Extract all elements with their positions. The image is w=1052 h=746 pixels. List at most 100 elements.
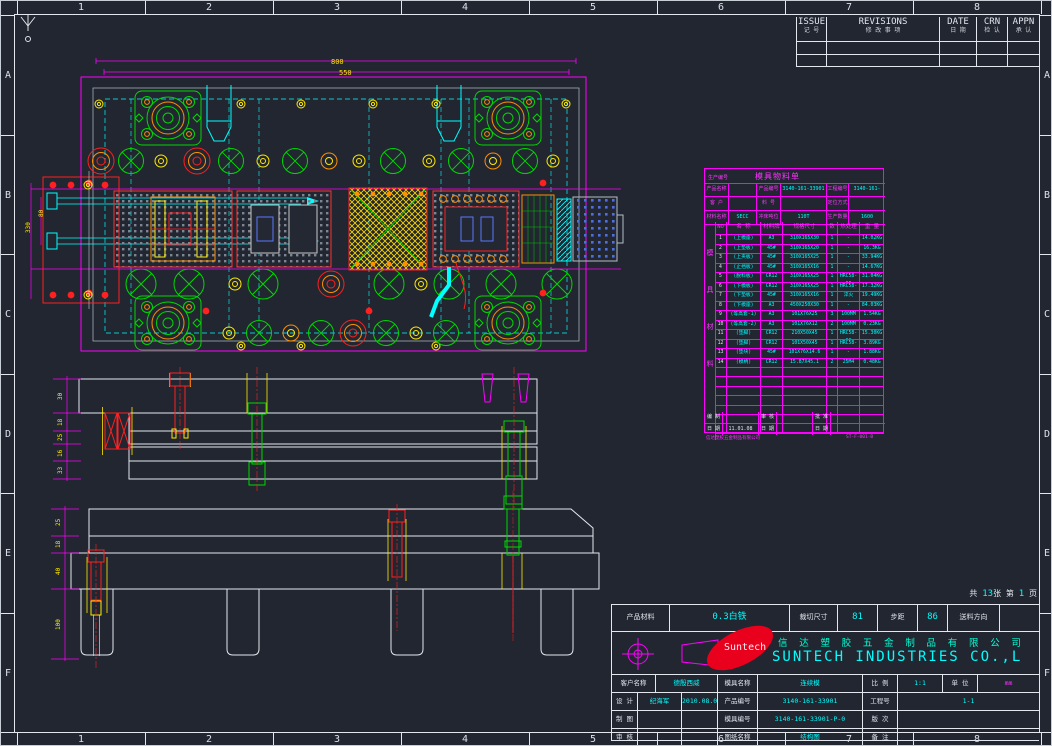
bom-info-label: 客 户 xyxy=(705,197,729,210)
dim-sec1-1: 18 xyxy=(57,418,64,426)
bom-cell: 1 xyxy=(827,283,838,292)
ruler-column-number: 5 xyxy=(529,2,657,13)
table-row: 4(止挡板)45#310X165X161-14.67KG xyxy=(715,264,884,274)
cut-size-value: 81 xyxy=(838,605,878,631)
ruler-column-number: 3 xyxy=(273,734,401,745)
process-no-label: 工程号 xyxy=(863,693,898,710)
bom-cell: 45# xyxy=(761,349,783,358)
ruler-row-letter: A xyxy=(1044,70,1050,81)
dim-sec2-1: 18 xyxy=(55,540,62,548)
bom-cell: 1 xyxy=(827,302,838,311)
bom-cell: 1 xyxy=(827,330,838,339)
table-row: 8(下模座)A3450X250X301-84.03KG xyxy=(715,302,884,312)
ruler-row-letter: B xyxy=(1044,190,1050,201)
title-block-row: 客户名称 德殷西威 模具名称 连续模 比 例 1:1 单 位 mm xyxy=(612,675,1039,693)
mold-no-value: 3140-161-33901-P-0 xyxy=(758,711,863,728)
ruler-tick xyxy=(1040,254,1052,255)
bom-cell: 2 xyxy=(827,321,838,330)
bom-cell: (上夹板) xyxy=(727,254,761,263)
bom-cell: 12 xyxy=(715,340,727,349)
ruler-column-number: 8 xyxy=(913,734,1041,745)
ruler-column-number: 3 xyxy=(273,2,401,13)
bom-cell: 1 xyxy=(827,264,838,273)
bom-cell: 310X165X25 xyxy=(783,273,827,282)
bom-cell: 1.88KG xyxy=(860,349,884,358)
revision-label: 版 次 xyxy=(863,711,898,728)
bom-column-headers: NO名 称材料牌号 规格尺寸数量热处理 重 量 xyxy=(715,222,884,235)
bom-info-value: 3140-161-33901-P-0 xyxy=(849,183,885,196)
dim-sec2-2: 40 xyxy=(55,567,62,575)
bom-form-company: 信达塑胶五金制品有限公司 xyxy=(706,435,760,441)
bom-cell: (垫块) xyxy=(727,349,761,358)
material-value: 0.3白铁 xyxy=(670,605,790,631)
bom-cell: (下模座) xyxy=(727,302,761,311)
rev-col-revisions: REVISIONS修 改 事 项 xyxy=(827,17,940,41)
ruler-tick xyxy=(1,374,14,375)
bom-cell: 15.87X45.1 xyxy=(783,359,827,368)
ruler-row-letter: F xyxy=(5,668,11,679)
bom-cell: 2 xyxy=(827,359,838,368)
title-block-row: 设 计 纪海军 2010.08.06 产品编号 3140-161-33901 工… xyxy=(612,693,1039,711)
ruler-row-letter: B xyxy=(5,190,11,201)
bom-cell: 100MM xyxy=(838,321,860,330)
bom-cell: CR12 xyxy=(761,359,783,368)
bom-cell: (模柄) xyxy=(727,359,761,368)
bom-cell: 14.67KG xyxy=(860,264,884,273)
section-view-lower: 25 18 40 100 xyxy=(51,491,599,669)
bom-title-row: 生产编号 模具物料单 xyxy=(705,169,885,184)
title-block-row: 制 图 模具编号 3140-161-33901-P-0 版 次 xyxy=(612,711,1039,729)
pitch-label: 步距 xyxy=(878,605,918,631)
bom-cell: 45# xyxy=(761,254,783,263)
bom-cell: 0.23KG xyxy=(860,321,884,330)
bom-cell: (下垫板) xyxy=(727,292,761,301)
ruler-tick xyxy=(273,1,274,14)
rev-col-crn: CRN检 认 xyxy=(977,17,1008,41)
ruler-tick xyxy=(1040,732,1052,733)
table-empty-row xyxy=(715,368,884,377)
bom-cell: 1 xyxy=(827,340,838,349)
ruler-tick xyxy=(145,1,146,14)
ruler-column-number: 7 xyxy=(785,734,913,745)
bom-info-value xyxy=(729,183,757,196)
mold-no-label: 模具编号 xyxy=(718,711,758,728)
table-row: 7(下垫板)45#310X165X161淬火19.49KG xyxy=(715,292,884,302)
title-block-logo-row: Suntech 信 达 塑 胶 五 金 制 品 有 限 公 司 SUNTECH … xyxy=(612,632,1039,675)
ruler-tick xyxy=(1,613,14,614)
company-name-en: SUNTECH INDUSTRIES CO.,L xyxy=(772,649,1022,665)
bom-cell: (下模板) xyxy=(727,283,761,292)
ruler-row-letter: E xyxy=(5,548,11,559)
designer-label: 设 计 xyxy=(612,693,638,710)
table-empty-row xyxy=(715,377,884,386)
dim-sec2-0: 25 xyxy=(55,518,62,526)
bom-cell: 2 xyxy=(715,245,727,254)
ruler-tick xyxy=(17,1,18,14)
bom-cell: 1 xyxy=(827,245,838,254)
bom-cell: 16.3KG xyxy=(860,245,884,254)
ruler-tick xyxy=(1041,1,1042,14)
rev-col-date: DATE日 期 xyxy=(940,17,977,41)
bom-cell: 10 xyxy=(715,321,727,330)
bom-cell: 25M4 xyxy=(838,359,860,368)
bom-cell: CR12 xyxy=(761,330,783,339)
table-row: 13(垫块)45#101X76X14.61-1.88KG xyxy=(715,349,884,359)
bom-cell: 9 xyxy=(715,311,727,320)
suntech-logo-text: Suntech xyxy=(724,642,766,653)
draft-date xyxy=(682,711,718,728)
bom-cell: 7 xyxy=(715,292,727,301)
bom-title: 模具物料单 xyxy=(755,171,800,182)
drafter-label: 制 图 xyxy=(612,711,638,728)
unit-value: mm xyxy=(978,675,1039,692)
bom-cell: (垫脚) xyxy=(727,340,761,349)
bom-info-label: 工程编号 xyxy=(827,183,849,196)
ruler-column-number: 7 xyxy=(785,2,913,13)
rev-col-issue: ISSUE记 号 xyxy=(797,17,827,41)
feed-value xyxy=(1000,605,1039,631)
rev-empty-row xyxy=(797,54,1039,67)
bom-cell: 101X76X25 xyxy=(783,311,827,320)
bom-cell: (上模座) xyxy=(727,235,761,244)
corner-mark-icon xyxy=(21,15,35,42)
rev-empty-row xyxy=(797,41,1039,54)
bom-footer: 编 制 审 核 批 准 日 期11.01.08 日 期 日 期 xyxy=(705,412,885,434)
customer-value: 德殷西威 xyxy=(656,675,718,692)
dim-sec2-3: 100 xyxy=(55,619,62,630)
